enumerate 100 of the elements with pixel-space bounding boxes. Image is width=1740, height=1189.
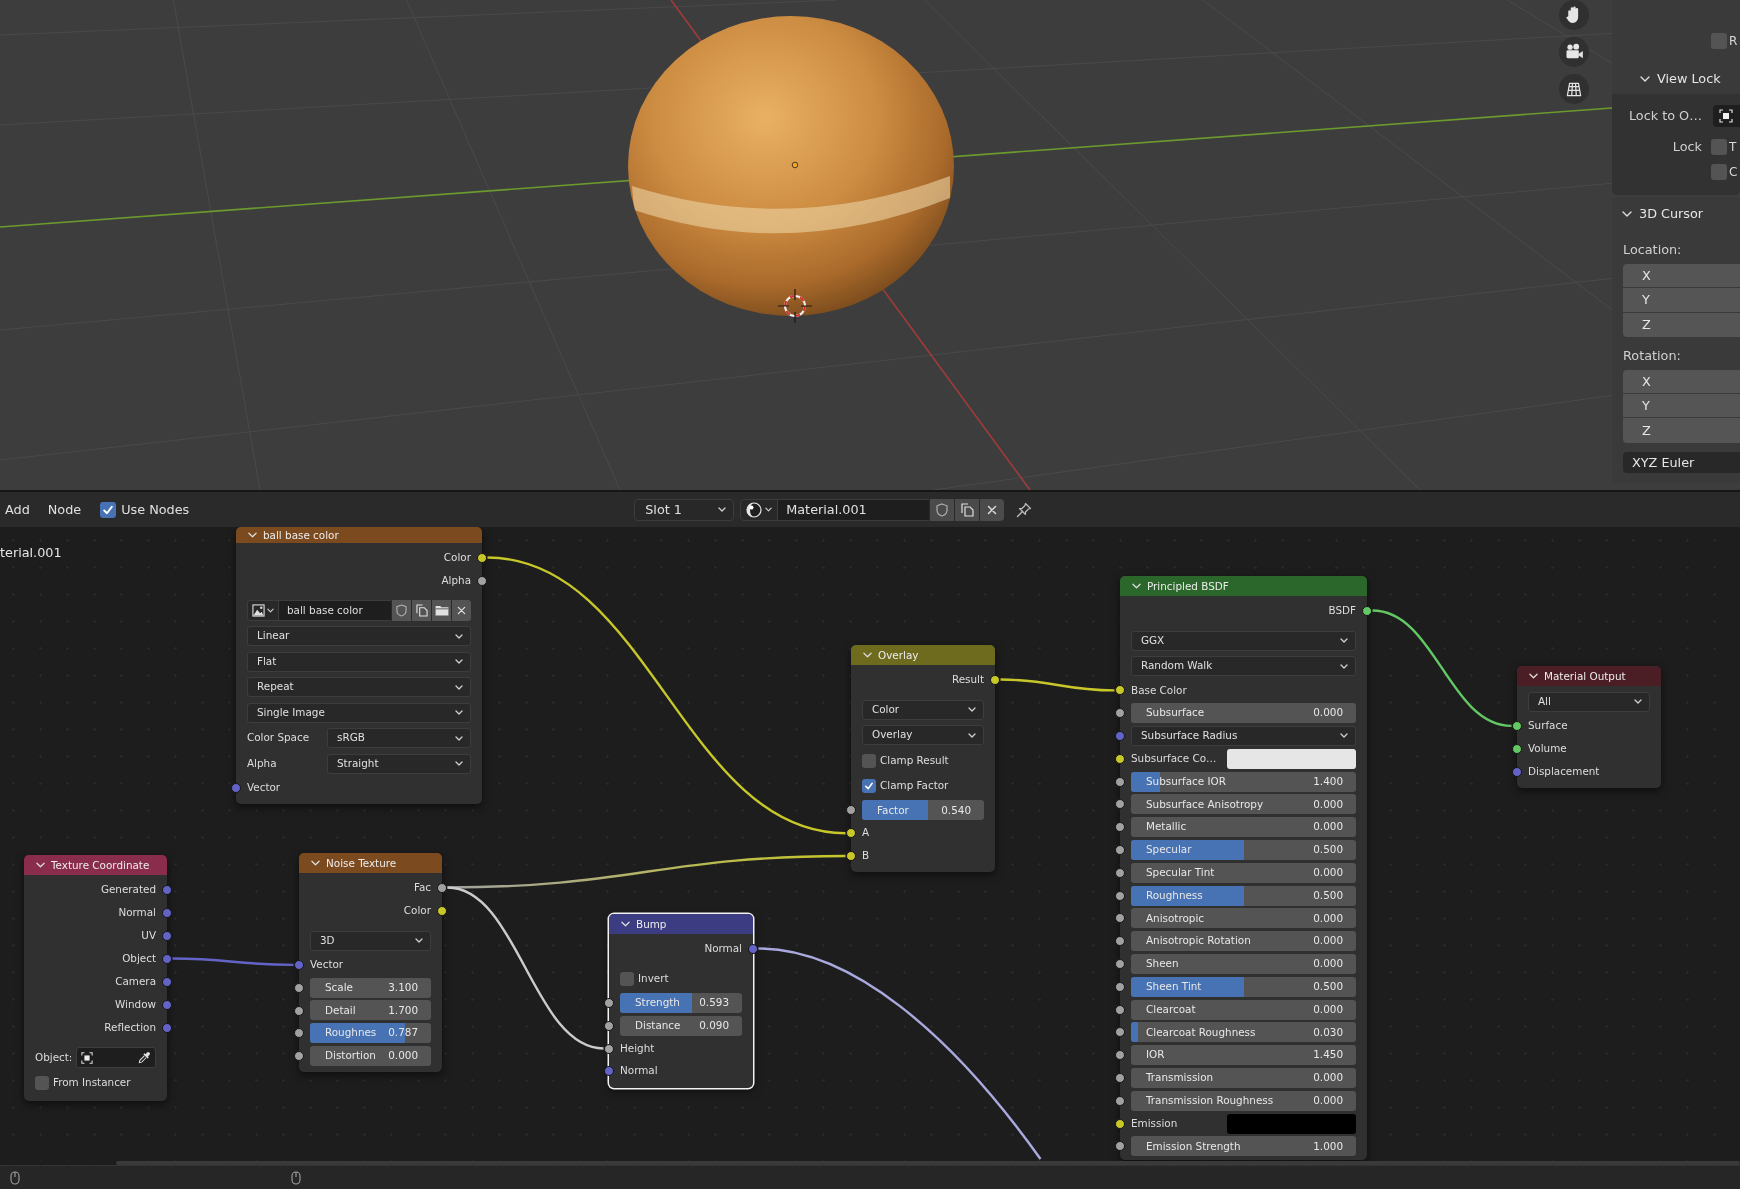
node-header[interactable]: ball base color [236,527,482,543]
node-card[interactable]: ball base color Color Alpha ball base color Linear Flat Repeat Single Image Color Space sRGB Alpha Straight Vector [236,527,482,805]
socket-icon[interactable] [294,1005,304,1016]
node-card[interactable] [1120,576,1367,1160]
slider-field[interactable]: IOR 1.450 [1131,1045,1356,1066]
dropdown-button[interactable]: Slot 1 [634,498,735,521]
slider-field[interactable]: Factor 0.540 [862,800,984,821]
number-field[interactable]: Z [1623,312,1740,337]
socket-icon[interactable] [1115,822,1125,833]
socket-icon[interactable] [604,1043,614,1054]
menu-item[interactable]: Add [0,497,35,522]
dropdown-button[interactable]: Subsurface Radius [1131,726,1356,746]
socket-icon[interactable] [1115,1050,1125,1061]
checkbox[interactable] [1711,164,1727,180]
socket-icon[interactable] [846,851,856,861]
number-field[interactable]: Y [1623,288,1740,313]
checkbox[interactable] [862,779,876,794]
panel-header[interactable]: 3D Cursor [1612,197,1740,231]
image-name-field[interactable]: ball base color [279,600,391,622]
node-header[interactable]: Texture Coordinate [24,855,167,875]
dropdown-button[interactable]: Single Image [247,702,471,723]
node-header[interactable]: Overlay [851,645,995,665]
material-name-field[interactable]: Material.001 [778,498,930,521]
socket-icon[interactable] [1115,1118,1125,1129]
unlink-button[interactable] [451,600,471,622]
chevron-icon[interactable] [36,862,45,868]
open-image-button[interactable] [431,600,451,622]
socket-icon[interactable] [477,575,487,586]
node-header[interactable]: Principled BSDF [1120,576,1367,596]
slider-field[interactable]: Specular 0.500 [1131,839,1356,860]
socket-icon[interactable] [1115,936,1125,947]
dropdown-button[interactable]: Flat [247,651,471,672]
new-material-button[interactable] [954,498,980,521]
camera-icon[interactable] [1559,37,1589,67]
node-card[interactable]: Material Output All Surface Volume Displacement [1517,666,1661,788]
socket-icon[interactable] [1115,799,1125,810]
slider-field[interactable]: Distortion 0.000 [310,1046,431,1067]
socket-icon[interactable] [1115,1027,1125,1038]
slider-field[interactable]: Sheen 0.000 [1131,953,1356,974]
node-header[interactable]: Noise Texture [299,853,442,873]
slider-field[interactable]: Metallic 0.000 [1131,817,1356,838]
node-header[interactable]: Material Output [1517,666,1661,686]
number-field[interactable]: X [1623,264,1740,289]
socket-icon[interactable] [1115,981,1125,992]
node-link[interactable] [447,886,604,1050]
node-card[interactable]: Bump Normal Invert Strength 0.593 Distance 0.090 Height Normal [609,914,753,1088]
menu-item[interactable]: Node [42,497,87,522]
checkbox[interactable] [35,1076,49,1091]
slider-field[interactable]: Emission Strength 1.000 [1131,1136,1356,1157]
grid-icon[interactable] [1559,74,1589,104]
dropdown-button[interactable]: XYZ Euler [1623,451,1740,473]
dropdown-button[interactable]: Straight [327,753,471,774]
node-link[interactable] [1000,678,1115,692]
image-browse-button[interactable] [247,600,279,622]
socket-icon[interactable] [1115,1004,1125,1015]
panel-header[interactable]: View Lock [1612,64,1740,94]
checkbox[interactable] [100,501,117,518]
node-card[interactable]: Overlay Result Color Overlay Clamp Result Clamp Factor Factor 0.540 A B [851,645,995,873]
dropdown-button[interactable]: Linear [247,626,471,647]
slider-field[interactable]: Subsurface 0.000 [1131,703,1356,724]
slider-field[interactable]: Anisotropic Rotation 0.000 [1131,931,1356,952]
color-field[interactable] [1227,1113,1356,1134]
slider-field[interactable]: Transmission Roughness 0.000 [1131,1090,1356,1111]
socket-icon[interactable] [437,905,447,916]
socket-icon[interactable] [477,552,487,563]
dropdown-button[interactable]: 3D [310,930,431,951]
dropdown-button[interactable]: GGX [1131,630,1356,651]
node-link[interactable] [172,957,294,967]
socket-icon[interactable] [990,674,1000,685]
socket-icon[interactable] [1115,867,1125,878]
socket-icon[interactable] [1512,743,1522,754]
socket-icon[interactable] [1115,776,1125,787]
socket-icon[interactable] [604,1020,614,1031]
dropdown-button[interactable]: Overlay [862,725,984,746]
slider-field[interactable]: Subsurface Anisotropy 0.000 [1131,794,1356,815]
checkbox[interactable] [620,971,634,986]
slider-field[interactable]: Specular Tint 0.000 [1131,862,1356,883]
number-field[interactable]: X [1623,369,1740,395]
socket-icon[interactable] [1115,890,1125,901]
socket-icon[interactable] [1115,959,1125,969]
socket-icon[interactable] [437,882,447,893]
unlink-button[interactable] [979,498,1005,521]
checkbox[interactable] [1711,139,1727,155]
slider-field[interactable]: Distance 0.090 [620,1015,742,1036]
slider-field[interactable]: Detail 1.700 [310,1000,431,1021]
slider-field[interactable]: Clearcoat 0.000 [1131,999,1356,1020]
object-field[interactable] [76,1047,156,1069]
chevron-icon[interactable] [311,860,320,866]
slider-field[interactable]: Anisotropic 0.000 [1131,908,1356,929]
chevron-icon[interactable] [1132,583,1141,589]
socket-icon[interactable] [1115,1095,1125,1106]
slider-field[interactable]: Roughness 0.500 [1131,885,1356,906]
node-link[interactable] [487,556,846,835]
number-field[interactable]: Y [1623,394,1740,419]
node-card[interactable]: Texture Coordinate Generated Normal UV Object Camera Window Reflection Object: From Instancer [24,855,167,1101]
pin-icon[interactable] [1016,501,1033,518]
chevron-icon[interactable] [1529,673,1538,679]
socket-icon[interactable] [846,805,856,816]
socket-icon[interactable] [294,1028,304,1039]
color-field[interactable] [1227,748,1356,769]
